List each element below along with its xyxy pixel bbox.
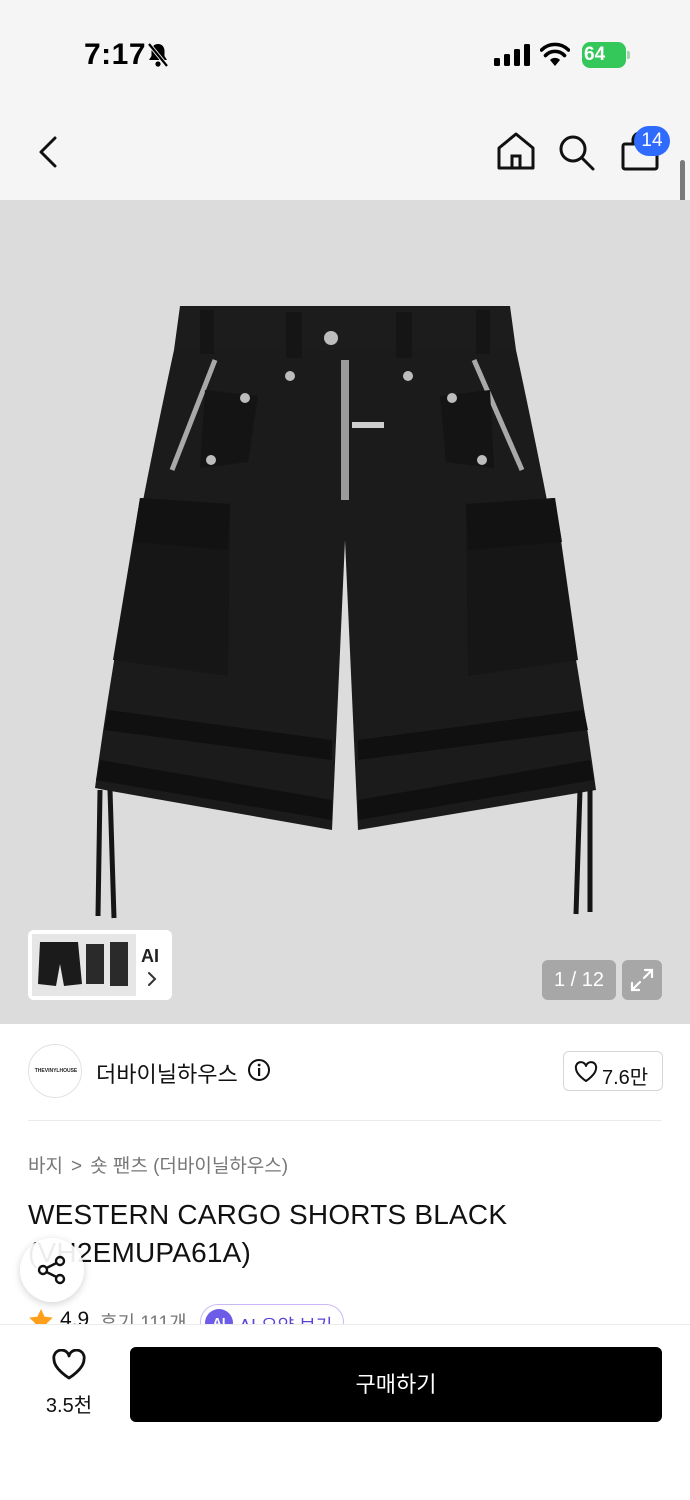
home-icon[interactable] — [494, 130, 538, 172]
product-like-button[interactable]: 3.5천 — [40, 1347, 98, 1417]
product-title: WESTERN CARGO SHORTS BLACK (VH2EMUPA61A) — [28, 1199, 508, 1268]
thumbnail-image — [32, 934, 136, 996]
brand-like-button[interactable]: 7.6만 — [563, 1051, 663, 1091]
breadcrumb-item-shorts[interactable]: 숏 팬츠 (더바이닐하우스) — [90, 1151, 288, 1178]
info-icon[interactable] — [247, 1058, 271, 1082]
buy-button[interactable]: 구매하기 — [130, 1347, 662, 1422]
divider — [28, 1120, 662, 1121]
battery-icon: 64 — [582, 42, 630, 68]
heart-icon — [574, 1061, 598, 1082]
wifi-icon — [540, 42, 570, 66]
share-icon — [37, 1255, 66, 1285]
bell-slash-icon — [147, 42, 169, 68]
ai-image-thumbnail[interactable]: AI — [28, 930, 172, 1000]
chevron-right-icon — [148, 972, 157, 986]
brand-like-count: 7.6만 — [602, 1067, 649, 1089]
breadcrumb-separator: > — [70, 1156, 83, 1177]
battery-level: 64 — [584, 44, 606, 65]
breadcrumb-item-pants[interactable]: 바지 — [28, 1151, 63, 1178]
brand-logo-text: THEVINYLHOUSE — [34, 1068, 78, 1074]
cart-count-badge: 14 — [634, 126, 670, 156]
expand-icon[interactable] — [622, 960, 662, 1000]
heart-icon — [52, 1349, 86, 1380]
bottom-action-bar: 3.5천 구매하기 — [0, 1324, 690, 1500]
top-navigation — [0, 100, 690, 200]
product-image-gallery[interactable]: AI 1 / 12 — [0, 200, 690, 1024]
search-icon[interactable] — [556, 132, 596, 172]
breadcrumb: 바지 > 숏 팬츠 (더바이닐하우스) — [28, 1151, 288, 1178]
back-icon[interactable] — [28, 130, 68, 174]
thumbnail-ai-label: AI — [141, 946, 159, 966]
signal-icon — [494, 44, 530, 66]
status-bar: 7:17 64 — [0, 0, 690, 100]
share-button[interactable] — [20, 1238, 84, 1302]
brand-name[interactable]: 더바이닐하우스 — [96, 1057, 238, 1089]
status-time: 7:17 — [84, 38, 147, 71]
brand-logo[interactable]: THEVINYLHOUSE — [28, 1044, 82, 1098]
image-page-counter: 1 / 12 — [542, 960, 616, 1000]
product-image — [95, 306, 596, 919]
product-like-count: 3.5천 — [45, 1395, 93, 1417]
